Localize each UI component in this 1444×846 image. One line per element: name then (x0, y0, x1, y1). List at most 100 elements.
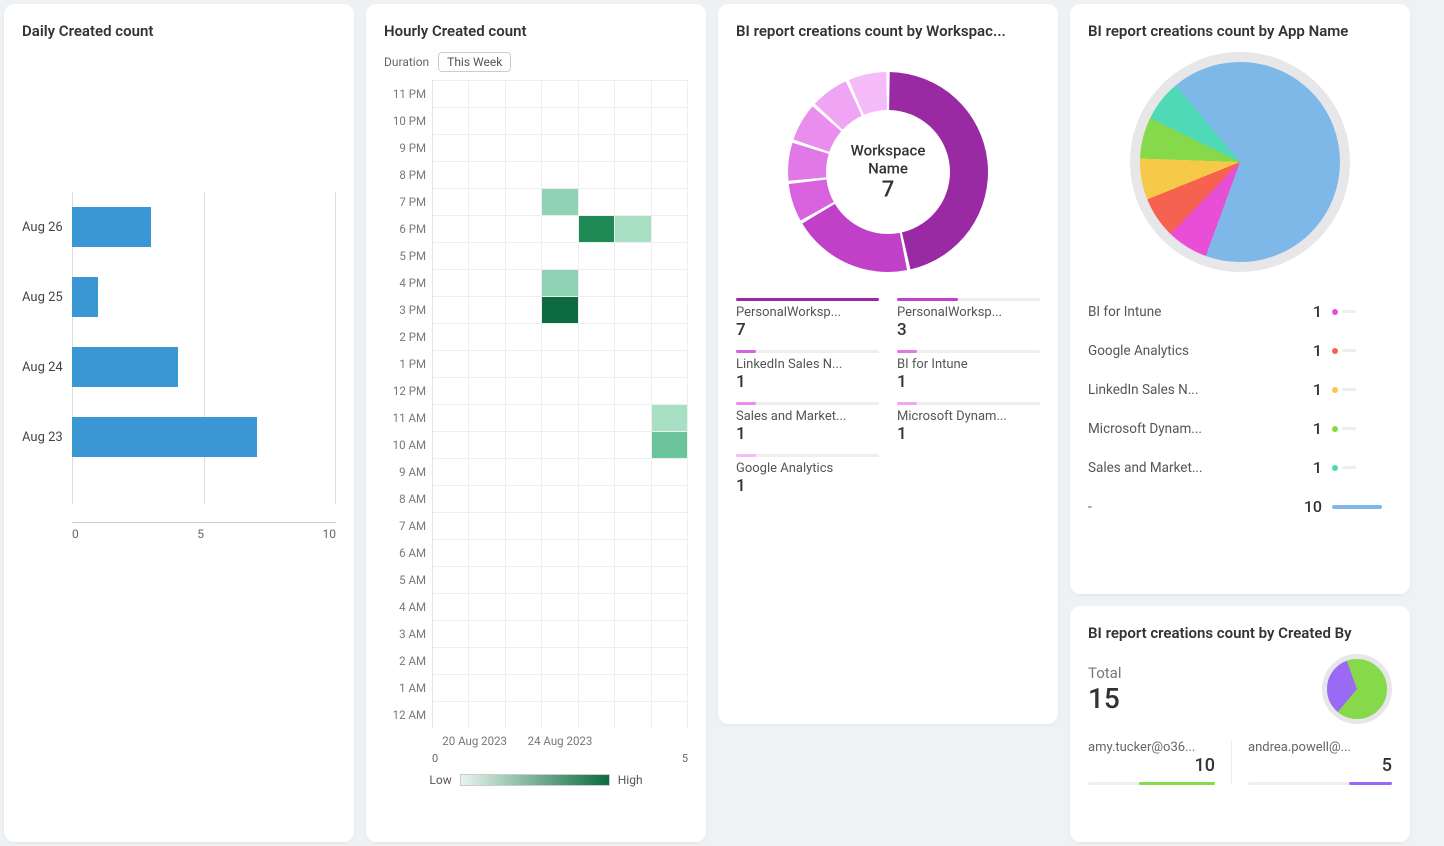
heat-cell[interactable] (506, 566, 542, 593)
heat-cell[interactable] (542, 539, 578, 566)
heat-cell[interactable] (579, 296, 615, 323)
heat-cell[interactable] (615, 323, 651, 350)
heat-cell[interactable] (579, 647, 615, 674)
heat-cell[interactable] (433, 512, 469, 539)
heat-cell[interactable] (506, 323, 542, 350)
bar-fill[interactable] (72, 347, 178, 387)
heat-cell[interactable] (579, 134, 615, 161)
heat-cell[interactable] (615, 512, 651, 539)
heat-cell[interactable] (506, 350, 542, 377)
heat-cell[interactable] (542, 431, 578, 458)
heat-cell[interactable] (542, 296, 578, 323)
heat-cell[interactable] (506, 512, 542, 539)
heat-cell[interactable] (469, 512, 505, 539)
heat-cell[interactable] (433, 566, 469, 593)
heat-cell[interactable] (469, 296, 505, 323)
heat-cell[interactable] (542, 269, 578, 296)
heat-cell[interactable] (542, 188, 578, 215)
heat-cell[interactable] (579, 215, 615, 242)
heat-cell[interactable] (433, 377, 469, 404)
appname-legend-row[interactable]: Google Analytics1 (1088, 331, 1392, 370)
heat-cell[interactable] (542, 674, 578, 701)
heat-cell[interactable] (542, 566, 578, 593)
heat-cell[interactable] (542, 242, 578, 269)
heat-cell[interactable] (615, 539, 651, 566)
heat-cell[interactable] (542, 215, 578, 242)
hourly-heatmap[interactable]: 11 PM10 PM9 PM8 PM7 PM6 PM5 PM4 PM3 PM2 … (384, 80, 688, 728)
workspace-legend-item[interactable]: Microsoft Dynam...1 (897, 402, 1040, 444)
createdby-legend-item[interactable]: andrea.powell@...5 (1248, 740, 1392, 785)
heat-cell[interactable] (615, 215, 651, 242)
heat-cell[interactable] (542, 323, 578, 350)
heat-cell[interactable] (469, 701, 505, 728)
heat-cell[interactable] (615, 566, 651, 593)
heat-cell[interactable] (433, 161, 469, 188)
heat-cell[interactable] (579, 593, 615, 620)
heat-cell[interactable] (542, 404, 578, 431)
heat-cell[interactable] (469, 404, 505, 431)
heat-cell[interactable] (579, 350, 615, 377)
heat-cell[interactable] (615, 161, 651, 188)
heat-cell[interactable] (433, 404, 469, 431)
heat-cell[interactable] (615, 80, 651, 107)
heat-cell[interactable] (506, 620, 542, 647)
heat-cell[interactable] (579, 458, 615, 485)
donut-slice[interactable] (802, 204, 907, 272)
heat-cell[interactable] (652, 296, 688, 323)
heat-cell[interactable] (579, 80, 615, 107)
heat-cell[interactable] (615, 350, 651, 377)
heat-cell[interactable] (433, 242, 469, 269)
heat-cell[interactable] (469, 80, 505, 107)
heat-cell[interactable] (433, 215, 469, 242)
daily-bar-chart[interactable]: Aug 26Aug 25Aug 24Aug 23 (22, 192, 336, 522)
heat-cell[interactable] (506, 458, 542, 485)
heat-cell[interactable] (615, 404, 651, 431)
workspace-donut[interactable]: Workspace Name 7 (778, 62, 998, 282)
appname-legend-row[interactable]: Microsoft Dynam...1 (1088, 409, 1392, 448)
heat-cell[interactable] (433, 674, 469, 701)
heat-cell[interactable] (652, 242, 688, 269)
heat-cell[interactable] (469, 323, 505, 350)
heat-cell[interactable] (542, 593, 578, 620)
heat-cell[interactable] (579, 377, 615, 404)
heat-cell[interactable] (579, 539, 615, 566)
heat-cell[interactable] (469, 539, 505, 566)
heat-cell[interactable] (433, 539, 469, 566)
duration-pill[interactable]: This Week (438, 52, 511, 72)
heat-cell[interactable] (469, 458, 505, 485)
heat-cell[interactable] (506, 674, 542, 701)
heat-cell[interactable] (615, 296, 651, 323)
heat-cell[interactable] (542, 80, 578, 107)
heat-cell[interactable] (433, 350, 469, 377)
heat-cell[interactable] (506, 431, 542, 458)
heat-cell[interactable] (579, 620, 615, 647)
heat-cell[interactable] (469, 242, 505, 269)
heat-cell[interactable] (579, 404, 615, 431)
heat-cell[interactable] (615, 188, 651, 215)
heat-cell[interactable] (652, 674, 688, 701)
heat-cell[interactable] (469, 350, 505, 377)
heat-cell[interactable] (579, 107, 615, 134)
workspace-legend-item[interactable]: Google Analytics1 (736, 454, 879, 496)
heat-cell[interactable] (506, 485, 542, 512)
heat-cell[interactable] (469, 377, 505, 404)
heat-cell[interactable] (542, 377, 578, 404)
heat-cell[interactable] (433, 701, 469, 728)
workspace-legend-item[interactable]: PersonalWorksp...3 (897, 298, 1040, 340)
heat-cell[interactable] (652, 107, 688, 134)
bar-fill[interactable] (72, 207, 151, 247)
heat-cell[interactable] (469, 188, 505, 215)
createdby-mini-pie[interactable] (1322, 654, 1392, 724)
heat-cell[interactable] (433, 80, 469, 107)
heat-cell[interactable] (433, 188, 469, 215)
appname-pie[interactable] (1130, 52, 1350, 272)
heat-cell[interactable] (469, 647, 505, 674)
createdby-legend-item[interactable]: amy.tucker@o36...10 (1088, 740, 1232, 785)
heat-cell[interactable] (506, 647, 542, 674)
heat-cell[interactable] (579, 161, 615, 188)
heat-cell[interactable] (652, 431, 688, 458)
heat-cell[interactable] (506, 701, 542, 728)
heat-cell[interactable] (615, 485, 651, 512)
heat-cell[interactable] (469, 107, 505, 134)
heat-cell[interactable] (469, 593, 505, 620)
